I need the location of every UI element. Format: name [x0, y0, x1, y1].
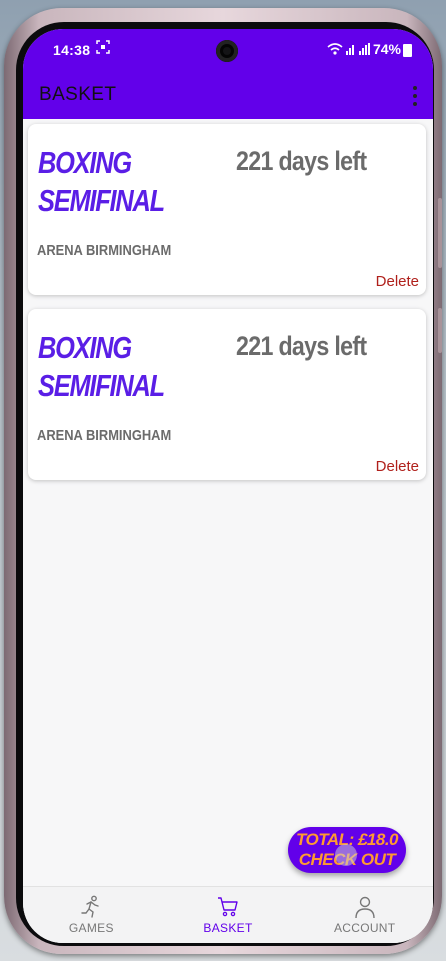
touch-indicator: [335, 844, 357, 866]
more-vert-icon[interactable]: [411, 86, 419, 106]
screenshot-icon: [96, 40, 110, 57]
app-bar: BASKET: [23, 71, 433, 119]
battery-percent: 74%: [372, 41, 401, 57]
running-person-icon: [81, 895, 100, 918]
battery-icon: [403, 44, 412, 57]
nav-item-account[interactable]: ACCOUNT: [296, 887, 433, 943]
phone-frame: 14:38 74% BASKET BOXING SEMIFINAL 221 da…: [4, 8, 442, 954]
checkout-button[interactable]: TOTAL: £18.0 CHECK OUT: [288, 827, 406, 873]
basket-list: BOXING SEMIFINAL 221 days left ARENA BIR…: [23, 119, 433, 886]
screen: 14:38 74% BASKET BOXING SEMIFINAL 221 da…: [23, 29, 433, 943]
signal-icons: [327, 42, 373, 59]
nav-item-games[interactable]: GAMES: [23, 887, 160, 943]
nav-label: BASKET: [203, 921, 253, 935]
venue-name: ARENA BIRMINGHAM: [37, 427, 172, 444]
shopping-cart-icon: [218, 897, 238, 917]
delete-button[interactable]: Delete: [376, 273, 419, 290]
power-button: [438, 308, 442, 353]
bottom-nav: GAMES BASKET ACCOUNT: [23, 886, 433, 943]
page-title: BASKET: [39, 84, 117, 105]
nav-label: GAMES: [68, 921, 114, 935]
front-camera: [216, 40, 238, 62]
person-icon: [354, 896, 375, 919]
status-bar: 14:38 74%: [23, 29, 433, 71]
event-name: BOXING SEMIFINAL: [38, 145, 165, 218]
venue-name: ARENA BIRMINGHAM: [37, 242, 172, 259]
event-name: BOXING SEMIFINAL: [38, 330, 165, 403]
days-left: 221 days left: [236, 331, 367, 361]
status-time: 14:38: [53, 42, 91, 58]
delete-button[interactable]: Delete: [376, 458, 419, 475]
nav-item-basket[interactable]: BASKET: [160, 887, 297, 943]
nav-label: ACCOUNT: [333, 921, 396, 935]
days-left: 221 days left: [236, 146, 367, 176]
volume-button: [438, 198, 442, 268]
basket-item-card: BOXING SEMIFINAL 221 days left ARENA BIR…: [28, 124, 426, 295]
basket-item-card: BOXING SEMIFINAL 221 days left ARENA BIR…: [28, 309, 426, 480]
